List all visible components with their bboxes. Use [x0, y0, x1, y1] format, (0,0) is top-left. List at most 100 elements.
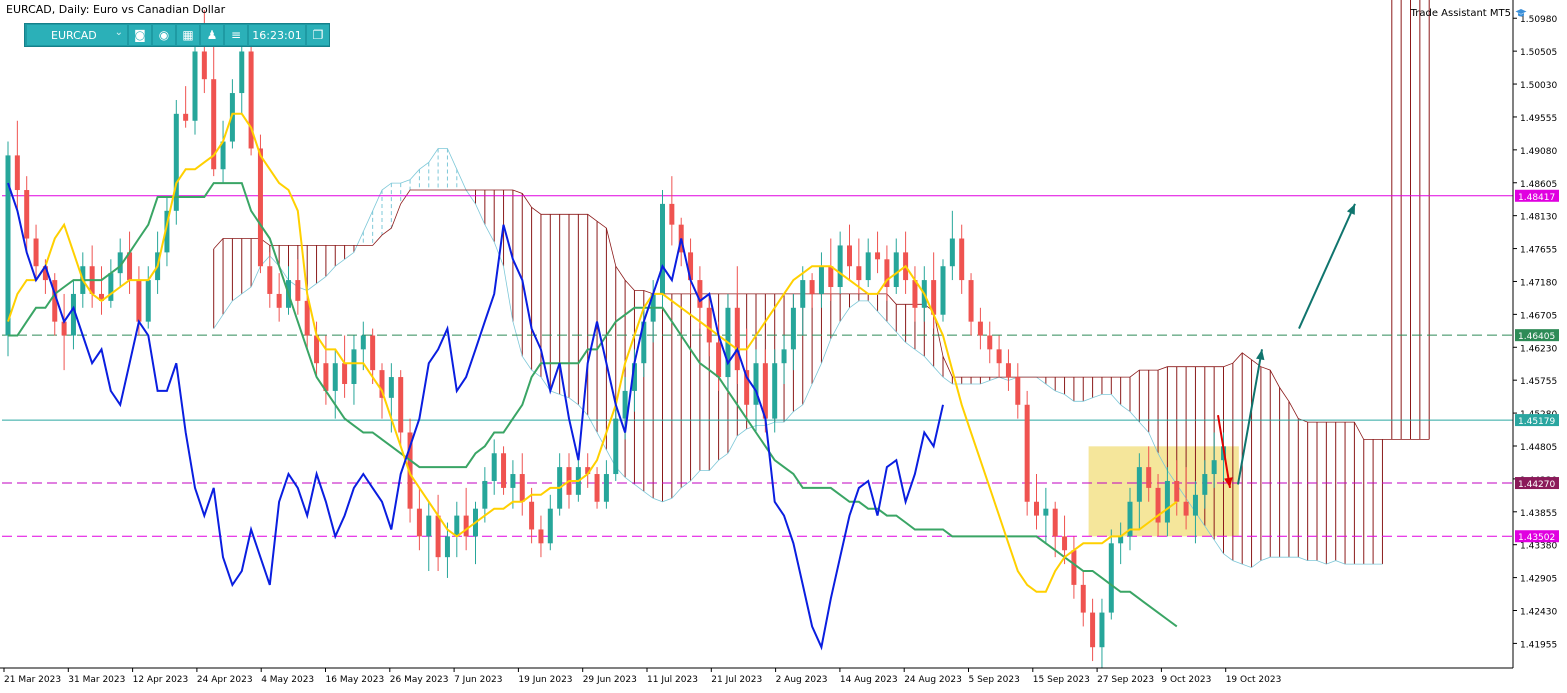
candle-body [837, 245, 843, 288]
price-tick-label: 1.46705 [1520, 311, 1557, 321]
symbol-selector[interactable]: EURCAD ⌄ [27, 25, 127, 45]
candle-body [734, 307, 740, 371]
price-tick-label: 1.50030 [1520, 81, 1557, 91]
time-tick-label: 4 May 2023 [261, 675, 314, 685]
time-tick-label: 7 Jun 2023 [454, 675, 502, 685]
time-tick-label: 31 Mar 2023 [68, 675, 125, 685]
candle-body [1071, 550, 1077, 585]
symbol-label: EURCAD [51, 28, 97, 42]
candle-body [603, 474, 609, 502]
price-tick-label: 1.43855 [1520, 509, 1557, 519]
window-button[interactable]: ❐ [307, 25, 329, 45]
candle-body [847, 245, 852, 267]
candle-body [1080, 584, 1086, 613]
candle-body [660, 203, 665, 294]
candle-body [781, 349, 787, 364]
time-tick-label: 15 Sep 2023 [1033, 675, 1090, 685]
candle-body [276, 293, 282, 308]
candle-body [1034, 501, 1039, 516]
candle-body [1043, 508, 1049, 516]
candle-body [1099, 612, 1105, 648]
window-icon: ❐ [312, 28, 324, 42]
candle-body [996, 349, 1002, 364]
candle-body [1202, 474, 1208, 495]
consolidation-zone [1088, 446, 1239, 537]
price-tick-label: 1.45755 [1520, 377, 1557, 387]
candle-body [1164, 480, 1170, 523]
visibility-button[interactable]: ◉ [153, 25, 175, 45]
candle-body [669, 203, 675, 225]
time-tick-label: 2 Aug 2023 [776, 675, 828, 685]
candle-body [1090, 612, 1096, 648]
candle-body [790, 307, 796, 350]
candle-body [1052, 508, 1058, 537]
candle-body [426, 515, 432, 537]
candle-body [538, 529, 544, 544]
time-tick-label: 29 Jun 2023 [583, 675, 637, 685]
camera-icon: ◙ [134, 28, 146, 42]
calendar-button[interactable]: ▦ [177, 25, 199, 45]
candle-body [332, 363, 338, 391]
chart-background [0, 0, 1567, 689]
consolidation-zone-layer [1088, 446, 1239, 537]
time-tick-label: 26 May 2023 [390, 675, 449, 685]
candle-body [529, 501, 535, 530]
candle-body [1108, 543, 1114, 613]
price-tick-label: 1.49555 [1520, 114, 1557, 124]
candle-body [444, 536, 450, 558]
chevron-down-icon: ⌄ [114, 27, 123, 38]
price-label-text: 1.43502 [1518, 533, 1555, 543]
candle-body [865, 252, 871, 281]
menu-icon: ≡ [230, 28, 242, 42]
time-tick-label: 19 Oct 2023 [1226, 675, 1282, 685]
price-tick-label: 1.46230 [1520, 344, 1557, 354]
brand-label: Trade Assistant MT5 [1410, 8, 1511, 19]
screenshot-button[interactable]: ◙ [129, 25, 151, 45]
candle-body [33, 238, 39, 267]
price-tick-label: 1.49080 [1520, 147, 1557, 157]
price-tick-label: 1.48605 [1520, 180, 1557, 190]
candle-body [510, 474, 516, 488]
time-tick-label: 21 Jul 2023 [711, 675, 762, 685]
candle-body [388, 377, 394, 398]
price-tick-label: 1.50505 [1520, 48, 1557, 58]
time-tick-label: 19 Jun 2023 [518, 675, 572, 685]
candle-body [454, 515, 460, 537]
candle-body [547, 508, 553, 544]
time-tick-label: 9 Oct 2023 [1161, 675, 1211, 685]
time-tick-label: 12 Apr 2023 [133, 675, 189, 685]
price-label-text: 1.45179 [1518, 417, 1555, 427]
candle-body [61, 321, 67, 336]
candle-body [398, 377, 404, 433]
candle-body [351, 349, 357, 384]
candle-body [697, 280, 703, 308]
price-tick-label: 1.44805 [1520, 443, 1557, 453]
candle-body [342, 363, 348, 384]
candle-body [1174, 480, 1180, 502]
candle-body [1062, 536, 1068, 551]
price-tick-label: 1.41955 [1520, 640, 1557, 650]
chart-root: 1.50980 1.50505 1.50030 1.49555 1.49080 1.486… [0, 0, 1567, 689]
candle-body [809, 280, 815, 294]
candle-body [295, 280, 301, 301]
candle-body [1005, 363, 1011, 378]
candle-body [1136, 467, 1142, 502]
chart-canvas[interactable]: 1.509801.505051.500301.495551.490801.486… [0, 0, 1567, 689]
candle-body [5, 155, 11, 336]
price-tick-label: 1.42430 [1520, 608, 1557, 618]
candle-body [1192, 494, 1198, 516]
candle-body [594, 474, 600, 502]
time-tick-label: 11 Jul 2023 [647, 675, 698, 685]
alerts-button[interactable]: ♟ [201, 25, 223, 45]
candle-body [1183, 501, 1189, 516]
menu-button[interactable]: ≡ [225, 25, 247, 45]
candle-body [491, 453, 497, 481]
time-tick-label: 24 Apr 2023 [197, 675, 253, 685]
time-tick-label: 24 Aug 2023 [904, 675, 962, 685]
price-label-text: 1.44270 [1518, 480, 1555, 490]
chart-title: EURCAD, Daily: Euro vs Canadian Dollar [6, 3, 226, 16]
candle-body [706, 307, 712, 343]
candle-body [24, 190, 30, 239]
price-label-text: 1.46405 [1518, 332, 1555, 342]
candle-body [940, 266, 946, 315]
